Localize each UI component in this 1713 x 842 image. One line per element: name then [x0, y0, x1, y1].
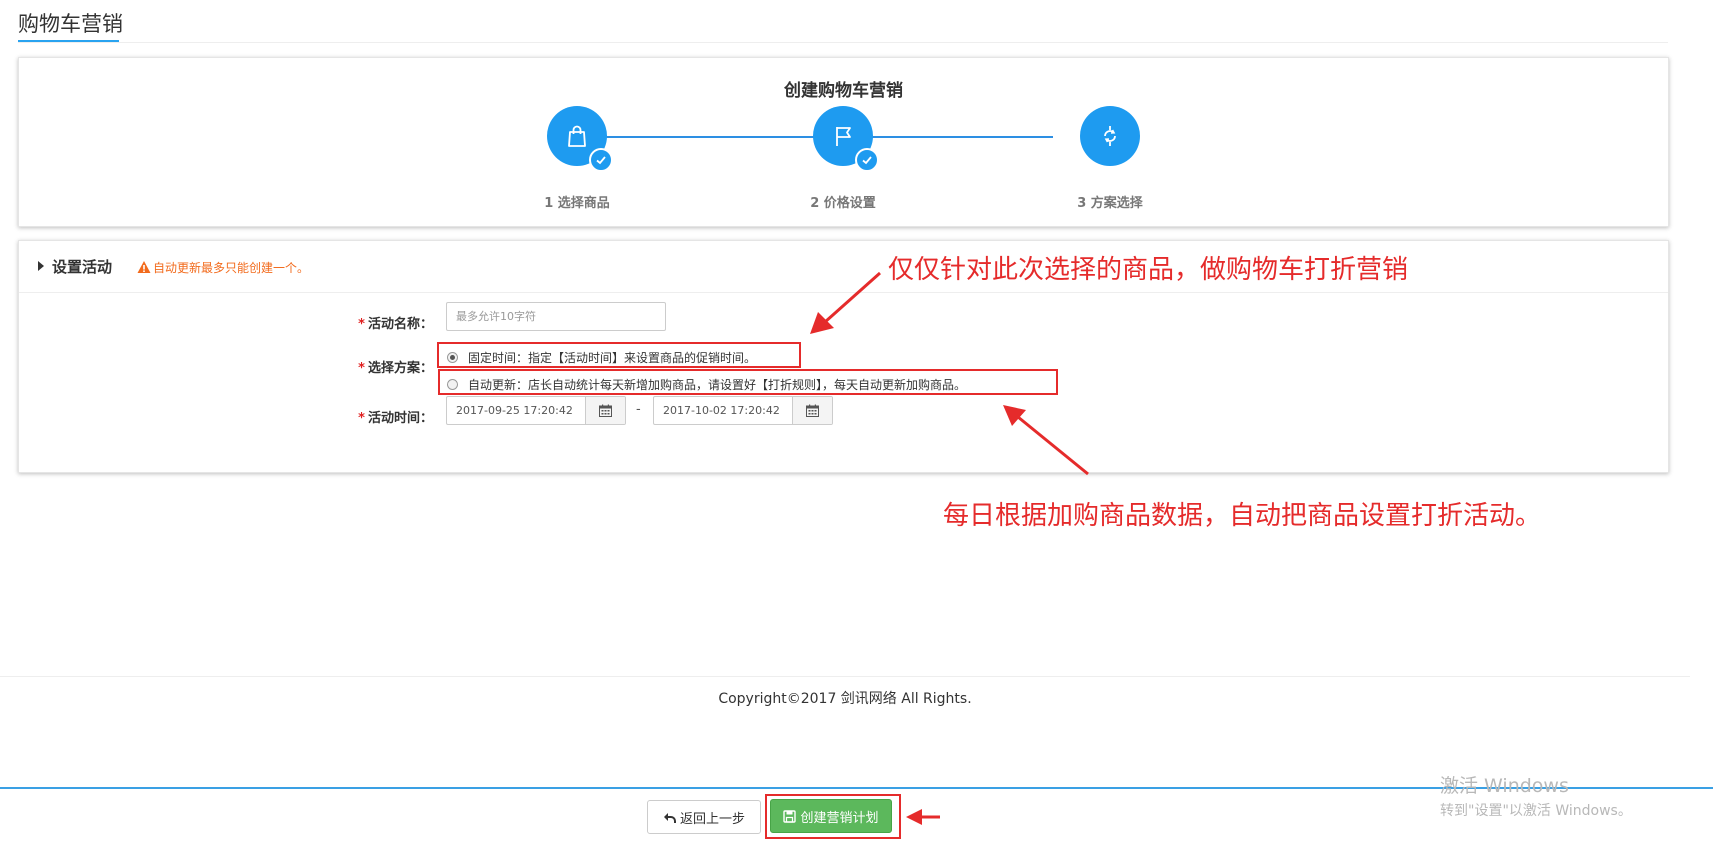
- warning-icon: [137, 261, 151, 273]
- activity-time-label-text: 活动时间：: [367, 411, 433, 426]
- start-calendar-button[interactable]: [585, 397, 625, 424]
- calendar-icon[interactable]: [806, 404, 819, 417]
- shopping-bag-icon: [568, 125, 586, 147]
- activity-time-label: * 活动时间：: [313, 407, 433, 426]
- plan-label: * 选择方案：: [313, 357, 433, 376]
- activity-form-panel: 设置活动 自动更新最多只能创建一个。 *活动名称： *选择方案： 固定时间：指定…: [18, 240, 1669, 473]
- check-icon: [862, 156, 872, 165]
- date-range-separator: -: [636, 402, 641, 417]
- activity-name-label-text: 活动名称：: [367, 317, 433, 332]
- step-3-label: 3 方案选择: [1077, 196, 1143, 211]
- required-mark: *: [358, 317, 365, 332]
- step-3-circle: [1080, 106, 1140, 166]
- step-1-label: 1 选择商品: [544, 196, 610, 211]
- flag-icon: [836, 127, 851, 146]
- annotation-note-auto: 每日根据加购商品数据，自动把商品设置打折活动。: [943, 501, 1542, 531]
- step-2-circle: [813, 106, 879, 172]
- page-title: 购物车营销: [18, 12, 123, 36]
- annotation-box-auto: [438, 369, 1058, 395]
- activity-name-label: * 活动名称：: [313, 313, 433, 332]
- step-2-label: 2 价格设置: [810, 196, 876, 211]
- activity-name-input[interactable]: [446, 302, 666, 331]
- form-header[interactable]: 设置活动 自动更新最多只能创建一个。: [19, 241, 1668, 293]
- end-time-value[interactable]: 2017-10-02 17:20:42: [654, 397, 792, 424]
- wizard-panel: 创建购物车营销 1 选择商品 2 价格设置 3 方案选择: [18, 57, 1669, 227]
- caret-right-icon[interactable]: [38, 261, 44, 271]
- annotation-box-fixed: [437, 342, 801, 368]
- end-calendar-button[interactable]: [792, 397, 832, 424]
- back-button-label: 返回上一步: [679, 811, 745, 827]
- refresh-icon: [1104, 126, 1116, 146]
- copyright-text: Copyright©2017 剑讯网络 All Rights.: [718, 691, 972, 707]
- windows-activation-subtitle: 转到"设置"以激活 Windows。: [1440, 803, 1632, 819]
- check-icon: [596, 156, 606, 165]
- page: 购物车营销 创建购物车营销 1 选择商品 2 价格设置 3 方案选择 设置活动 …: [0, 0, 1713, 842]
- wizard-title: 创建购物车营销: [784, 81, 903, 101]
- end-time-picker[interactable]: 2017-10-02 17:20:42: [653, 396, 833, 425]
- step-2-check-badge: [855, 148, 879, 172]
- annotation-box-create: [765, 794, 901, 839]
- step-1-check-badge: [589, 148, 613, 172]
- required-mark: *: [358, 411, 365, 426]
- back-button[interactable]: 返回上一步: [647, 800, 761, 834]
- footer-divider: [0, 676, 1690, 677]
- warning-text: 自动更新最多只能创建一个。: [153, 261, 310, 275]
- step-1-circle: [547, 106, 613, 172]
- calendar-icon[interactable]: [599, 404, 612, 417]
- start-time-value[interactable]: 2017-09-25 17:20:42: [447, 397, 585, 424]
- plan-label-text: 选择方案：: [367, 361, 433, 376]
- windows-activation-title: 激活 Windows: [1440, 775, 1569, 797]
- required-mark: *: [358, 361, 365, 376]
- annotation-note-fixed: 仅仅针对此次选择的商品，做购物车打折营销: [888, 255, 1409, 285]
- start-time-picker[interactable]: 2017-09-25 17:20:42: [446, 396, 626, 425]
- form-section-title: 设置活动: [52, 258, 113, 276]
- header-divider: [18, 42, 1668, 43]
- undo-arrow-icon: [663, 812, 676, 823]
